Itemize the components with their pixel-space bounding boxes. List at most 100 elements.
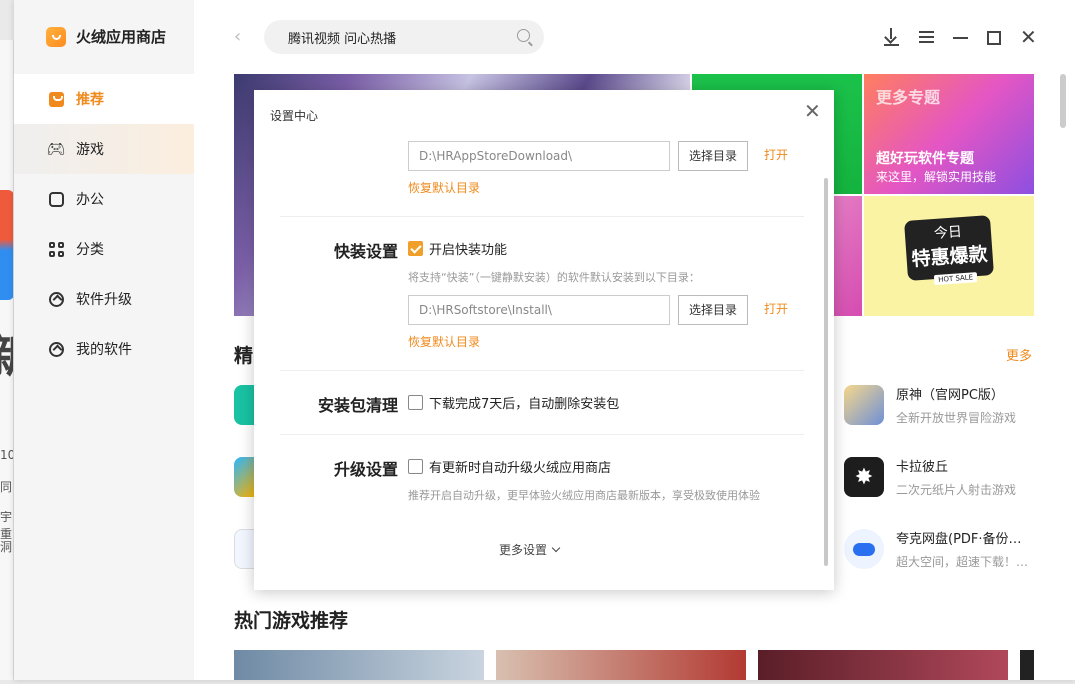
sidebar-item-my-software[interactable]: 我的软件 <box>14 324 194 374</box>
divider <box>280 216 804 217</box>
sidebar-item-label: 分类 <box>76 242 104 258</box>
app-icon[interactable] <box>234 529 256 569</box>
open-install-dir-link[interactable]: 打开 <box>764 295 788 323</box>
more-settings-label: 更多设置 <box>499 543 548 557</box>
settings-dialog: 设置中心 ✕ D:\HRAppStoreDownload\ 选择目录 打开 恢复… <box>254 90 834 590</box>
cleanup-checkbox-label[interactable]: 下载完成7天后，自动删除安装包 <box>429 393 619 412</box>
auto-upgrade-checkbox-label[interactable]: 有更新时自动升级火绒应用商店 <box>429 457 611 476</box>
page-scrollbar[interactable] <box>1060 74 1066 128</box>
star-app-icon: ✸ <box>844 457 884 497</box>
upgrade-label: 升级设置 <box>333 460 398 479</box>
sidebar-item-label: 办公 <box>76 192 104 208</box>
back-button[interactable]: ‹ <box>234 26 241 47</box>
app-icon[interactable] <box>234 385 256 425</box>
search-value: 腾讯视频 问心热播 <box>288 31 397 47</box>
download-path-field[interactable]: D:\HRAppStoreDownload\ <box>408 141 670 171</box>
list-item[interactable]: 原神（官网PC版） 全新开放世界冒险游戏 <box>844 384 1016 426</box>
dialog-title: 设置中心 <box>270 109 319 123</box>
background-text: 宇重 <box>0 510 13 541</box>
sidebar: 火绒应用商店 推荐 🎮︎ 游戏 办公 分类 软件升级 我的软件 <box>14 0 194 680</box>
genshin-app-icon <box>844 385 884 425</box>
background-text: 同 <box>0 480 13 494</box>
gamepad-icon: 🎮︎ <box>46 140 66 158</box>
game-card[interactable] <box>1020 650 1034 680</box>
sidebar-nav: 推荐 🎮︎ 游戏 办公 分类 软件升级 我的软件 <box>14 74 194 374</box>
download-icon-base <box>884 44 899 46</box>
deal-badge: 今日 特惠爆款 HOT SALE <box>904 215 994 286</box>
topic-more-label: 更多专题 <box>876 88 941 107</box>
cleanup-label: 安装包清理 <box>317 396 398 415</box>
upgrade-arrow-icon <box>47 290 65 308</box>
app-icon[interactable] <box>234 457 256 497</box>
chevron-down-icon <box>551 543 561 553</box>
deal-main: 特惠爆款 <box>910 243 989 271</box>
sidebar-item-games[interactable]: 🎮︎ 游戏 <box>14 124 194 174</box>
hot-games-title: 热门游戏推荐 <box>234 610 349 632</box>
close-window-icon[interactable]: ✕ <box>1020 25 1037 49</box>
sidebar-item-label: 软件升级 <box>76 292 132 308</box>
game-card[interactable] <box>758 650 1008 680</box>
restore-download-dir-link[interactable]: 恢复默认目录 <box>408 179 480 196</box>
app-desc: 超大空间，超速下载！… <box>896 555 1029 569</box>
app-name: 原神（官网PC版） <box>896 388 1004 403</box>
search-input[interactable]: 腾讯视频 问心热播 <box>264 20 544 54</box>
topic-title: 超好玩软件专题 <box>876 151 974 167</box>
app-name: 夸克网盘(PDF·备份… <box>896 532 1022 547</box>
sidebar-item-label: 我的软件 <box>76 342 132 358</box>
auto-upgrade-checkbox[interactable] <box>408 459 423 474</box>
app-name: 卡拉彼丘 <box>896 460 949 475</box>
menu-icon[interactable] <box>919 31 934 43</box>
app-window: 火绒应用商店 推荐 🎮︎ 游戏 办公 分类 软件升级 我的软件 ‹ 腾讯视频 问… <box>14 0 1075 680</box>
featured-section-title: 精 <box>234 345 254 367</box>
divider <box>280 370 804 371</box>
sidebar-item-recommend[interactable]: 推荐 <box>14 74 194 124</box>
game-card[interactable] <box>234 650 484 680</box>
cleanup-checkbox[interactable] <box>408 395 423 410</box>
sidebar-item-label: 推荐 <box>76 92 104 108</box>
sidebar-item-categories[interactable]: 分类 <box>14 224 194 274</box>
user-icon <box>47 340 65 358</box>
maximize-icon[interactable] <box>987 31 1001 45</box>
background-window: 新 10 同 宇重 洞 <box>0 40 14 680</box>
app-logo-icon <box>46 26 66 47</box>
sidebar-item-label: 游戏 <box>76 142 104 158</box>
list-item[interactable]: ✸ 卡拉彼丘 二次元纸片人射击游戏 <box>844 456 1016 498</box>
sidebar-item-upgrade[interactable]: 软件升级 <box>14 274 194 324</box>
search-icon[interactable] <box>517 29 530 42</box>
choose-download-dir-button[interactable]: 选择目录 <box>678 141 748 171</box>
list-item[interactable]: 夸克网盘(PDF·备份… 超大空间，超速下载！… <box>844 528 1028 570</box>
deal-banner[interactable]: 今日 特惠爆款 HOT SALE <box>864 196 1034 316</box>
grid-icon <box>47 240 65 258</box>
background-text: 洞 <box>0 540 13 554</box>
dialog-scrollbar[interactable] <box>824 178 828 566</box>
topic-subtitle: 来这里，解锁实用技能 <box>876 170 997 184</box>
choose-install-dir-button[interactable]: 选择目录 <box>678 295 748 325</box>
minimize-icon[interactable] <box>953 37 968 39</box>
cloud-app-icon <box>844 529 884 569</box>
quick-install-checkbox[interactable] <box>408 241 423 256</box>
background-big-text: 新 <box>0 320 13 386</box>
more-link[interactable]: 更多 <box>1006 345 1032 364</box>
install-path-field[interactable]: D:\HRSoftstore\Install\ <box>408 295 670 325</box>
app-desc: 二次元纸片人射击游戏 <box>896 483 1017 497</box>
quick-install-checkbox-label[interactable]: 开启快装功能 <box>429 239 507 258</box>
open-download-dir-link[interactable]: 打开 <box>764 141 788 169</box>
quick-install-label: 快装设置 <box>333 242 398 261</box>
more-settings-button[interactable]: 更多设置 <box>499 541 561 558</box>
divider <box>280 434 804 435</box>
restore-install-dir-link[interactable]: 恢复默认目录 <box>408 333 480 350</box>
brand-name: 火绒应用商店 <box>76 28 167 46</box>
download-icon[interactable] <box>884 28 898 44</box>
briefcase-icon <box>47 190 65 208</box>
quick-install-hint: 将支持“快装”（一键静默安装）的软件默认安装到以下目录： <box>408 271 700 284</box>
game-card[interactable] <box>496 650 746 680</box>
brand[interactable]: 火绒应用商店 <box>46 26 166 47</box>
upgrade-hint: 推荐开启自动升级，更早体验火绒应用商店最新版本，享受极致使用体验 <box>408 489 760 502</box>
topic-banner[interactable]: 更多专题 超好玩软件专题 来这里，解锁实用技能 <box>864 74 1034 194</box>
recommend-icon <box>47 90 65 108</box>
close-icon[interactable]: ✕ <box>804 101 821 121</box>
background-text: 10 <box>0 448 14 462</box>
background-app-logo <box>0 190 13 300</box>
sidebar-item-office[interactable]: 办公 <box>14 174 194 224</box>
deal-tag: HOT SALE <box>933 272 978 286</box>
